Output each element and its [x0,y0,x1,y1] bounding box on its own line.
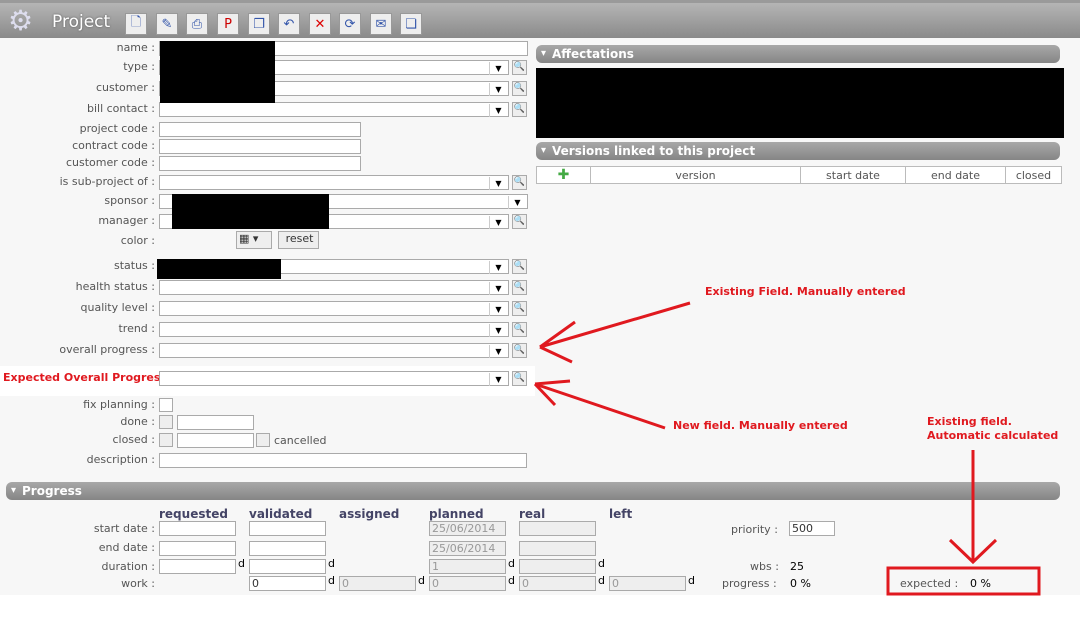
arrow-new [533,379,666,430]
highlight-box [886,566,1041,596]
arrow-existing [539,301,691,364]
arrow-auto [948,450,998,565]
annotation-arrows [533,301,1041,596]
